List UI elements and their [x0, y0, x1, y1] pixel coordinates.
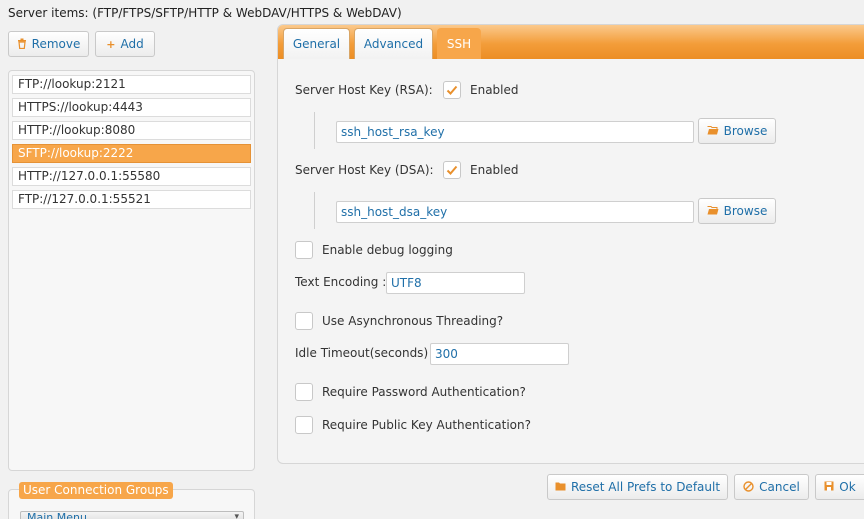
indent-guide [314, 192, 336, 229]
server-list-item[interactable]: FTP://lookup:2121 [12, 75, 251, 94]
checkmark-icon [446, 165, 458, 175]
save-icon [824, 481, 834, 493]
text-encoding-label: Text Encoding : [295, 275, 387, 289]
dsa-key-label: Server Host Key (DSA): [295, 163, 434, 177]
cancel-button-label: Cancel [759, 480, 800, 494]
idle-timeout-label: Idle Timeout(seconds) : [295, 346, 436, 360]
dsa-browse-label: Browse [723, 204, 768, 218]
debug-logging-label: Enable debug logging [322, 243, 453, 257]
remove-button-label: Remove [31, 37, 81, 51]
plus-icon: + [106, 37, 116, 51]
add-button-label: Add [120, 37, 144, 51]
trash-icon [17, 38, 27, 51]
server-list-item[interactable]: HTTPS://lookup:4443 [12, 98, 251, 117]
user-connection-groups-legend: User Connection Groups [19, 482, 173, 499]
require-pubkey-checkbox[interactable] [295, 416, 313, 434]
cancel-icon [743, 480, 754, 494]
ok-button-label: Ok [839, 480, 856, 494]
server-list: FTP://lookup:2121 HTTPS://lookup:4443 HT… [8, 70, 255, 471]
server-list-item-selected[interactable]: SFTP://lookup:2222 [12, 144, 251, 163]
rsa-enabled-label: Enabled [470, 83, 519, 97]
folder-open-icon [707, 205, 719, 217]
async-threading-checkbox[interactable] [295, 312, 313, 330]
cancel-button[interactable]: Cancel [734, 474, 809, 500]
checkmark-icon [446, 85, 458, 95]
server-list-item[interactable]: HTTP://127.0.0.1:55580 [12, 167, 251, 186]
rsa-key-label: Server Host Key (RSA): [295, 83, 433, 97]
rsa-browse-button[interactable]: Browse [698, 118, 776, 144]
text-encoding-input[interactable]: UTF8 [386, 272, 525, 294]
reset-prefs-button[interactable]: Reset All Prefs to Default [547, 474, 728, 500]
add-button[interactable]: + Add [95, 31, 155, 57]
tab-general[interactable]: General [283, 28, 350, 59]
user-connection-groups-dropdown[interactable]: Main Menu ▾ [20, 511, 244, 519]
tab-ssh[interactable]: SSH [437, 28, 481, 59]
groups-dropdown-value: Main Menu [27, 511, 87, 519]
rsa-browse-label: Browse [723, 124, 768, 138]
server-list-item[interactable]: HTTP://lookup:8080 [12, 121, 251, 140]
require-pubkey-label: Require Public Key Authentication? [322, 418, 531, 432]
rsa-key-input[interactable]: ssh_host_rsa_key [336, 121, 694, 143]
dsa-enabled-label: Enabled [470, 163, 519, 177]
dsa-key-input[interactable]: ssh_host_dsa_key [336, 201, 694, 223]
remove-button[interactable]: Remove [8, 31, 89, 57]
folder-open-icon [707, 125, 719, 137]
dsa-browse-button[interactable]: Browse [698, 198, 776, 224]
require-password-checkbox[interactable] [295, 383, 313, 401]
folder-icon [555, 482, 566, 493]
reset-prefs-label: Reset All Prefs to Default [570, 480, 721, 494]
tab-advanced[interactable]: Advanced [354, 28, 433, 59]
dsa-enabled-checkbox[interactable] [443, 161, 461, 179]
page-title: Server items: (FTP/FTPS/SFTP/HTTP & WebD… [8, 6, 402, 20]
debug-logging-checkbox[interactable] [295, 241, 313, 259]
async-threading-label: Use Asynchronous Threading? [322, 314, 504, 328]
rsa-enabled-checkbox[interactable] [443, 81, 461, 99]
idle-timeout-input[interactable]: 300 [430, 343, 569, 365]
chevron-down-icon: ▾ [234, 512, 239, 519]
ok-button[interactable]: Ok [815, 474, 864, 500]
server-list-item[interactable]: FTP://127.0.0.1:55521 [12, 190, 251, 209]
require-password-label: Require Password Authentication? [322, 385, 526, 399]
indent-guide [314, 112, 336, 149]
